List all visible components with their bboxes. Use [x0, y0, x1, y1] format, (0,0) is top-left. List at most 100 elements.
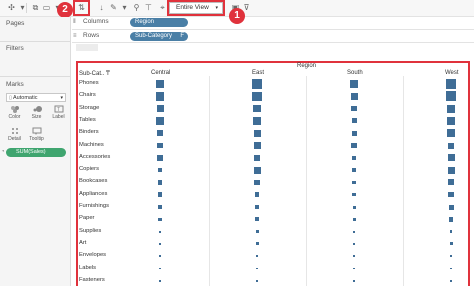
mark-phones-central[interactable] [155, 79, 165, 89]
mark-bookcases-west[interactable] [448, 179, 454, 186]
mark-copiers-south[interactable] [352, 168, 356, 172]
mark-fasteners-east[interactable] [256, 280, 258, 282]
mark-envelopes-east[interactable] [255, 254, 259, 258]
mark-supplies-west[interactable] [449, 230, 453, 233]
mark-envelopes-west[interactable] [449, 254, 453, 258]
mark-chairs-south[interactable] [350, 92, 358, 100]
mark-accessories-central[interactable] [157, 155, 163, 161]
mark-paper-east[interactable] [255, 217, 259, 222]
row-label-envelopes[interactable]: Envelopes [79, 252, 106, 258]
label-icon[interactable]: ⚲ [131, 3, 142, 13]
row-label-chairs[interactable]: Chairs [79, 92, 96, 98]
row-label-tables[interactable]: Tables [79, 117, 96, 123]
mark-fasteners-west[interactable] [450, 280, 452, 282]
row-label-storage[interactable]: Storage [79, 105, 99, 111]
undo-icon[interactable]: ⧉ [30, 3, 41, 13]
mark-labels-central[interactable] [159, 267, 161, 270]
mark-art-east[interactable] [255, 242, 259, 246]
redo-icon[interactable]: ▭ [41, 3, 52, 13]
mark-bookcases-east[interactable] [254, 179, 260, 186]
mark-furnishings-west[interactable] [448, 204, 454, 210]
row-label-supplies[interactable]: Supplies [79, 228, 101, 234]
mark-machines-south[interactable] [351, 142, 357, 149]
mark-type-dropdown[interactable]: ▯ Automatic ▾ [6, 93, 66, 102]
mark-supplies-east[interactable] [255, 230, 259, 234]
region-pill[interactable]: Region [130, 18, 188, 27]
mark-chairs-central[interactable] [155, 92, 165, 101]
mark-paper-west[interactable] [448, 217, 454, 222]
mark-paper-south[interactable] [352, 217, 356, 221]
mark-fasteners-south[interactable] [353, 280, 355, 282]
row-label-furnishings[interactable]: Furnishings [79, 203, 109, 209]
tableau-logo-icon[interactable]: ✣ [6, 3, 17, 13]
mark-furnishings-east[interactable] [254, 204, 260, 210]
mark-phones-east[interactable] [252, 79, 262, 89]
mark-accessories-west[interactable] [447, 154, 455, 162]
mark-appliances-south[interactable] [352, 192, 356, 197]
mark-copiers-central[interactable] [157, 167, 163, 173]
mark-tables-east[interactable] [253, 116, 261, 125]
size-card[interactable]: Size [27, 105, 46, 123]
row-label-labels[interactable]: Labels [79, 265, 96, 271]
fix-axes-icon[interactable]: ⊤ [143, 3, 154, 13]
sub-category-pill[interactable]: Sub-Category F [130, 32, 188, 41]
mark-copiers-west[interactable] [447, 166, 455, 174]
mark-phones-south[interactable] [350, 80, 358, 88]
mark-phones-west[interactable] [446, 79, 456, 89]
mark-tables-west[interactable] [446, 116, 456, 126]
mark-tables-south[interactable] [351, 118, 357, 124]
mark-labels-east[interactable] [256, 267, 258, 270]
column-header-central[interactable]: Central [151, 70, 170, 76]
mark-labels-south[interactable] [353, 267, 355, 270]
tooltip-card[interactable]: Tooltip [27, 127, 46, 145]
column-header-west[interactable]: West [445, 70, 459, 76]
label-card[interactable]: T Label [49, 105, 68, 123]
mark-supplies-south[interactable] [353, 230, 355, 233]
row-label-phones[interactable]: Phones [79, 80, 99, 86]
mark-tables-central[interactable] [156, 117, 164, 125]
mark-accessories-south[interactable] [351, 155, 357, 161]
mark-appliances-central[interactable] [157, 192, 163, 197]
mark-bookcases-central[interactable] [157, 180, 163, 185]
mark-machines-west[interactable] [448, 142, 454, 149]
row-label-binders[interactable]: Binders [79, 129, 99, 135]
row-label-appliances[interactable]: Appliances [79, 191, 107, 197]
sum-sales-pill[interactable]: SUM(Sales) [6, 148, 66, 157]
mark-copiers-east[interactable] [253, 166, 261, 174]
mark-appliances-west[interactable] [448, 191, 454, 198]
mark-machines-east[interactable] [253, 142, 261, 149]
mark-binders-central[interactable] [156, 129, 164, 137]
highlight-icon[interactable]: ✎ [108, 3, 119, 13]
mark-bookcases-south[interactable] [352, 180, 356, 185]
mark-furnishings-central[interactable] [158, 205, 162, 209]
column-header-east[interactable]: East [252, 70, 264, 76]
row-label-art[interactable]: Art [79, 240, 86, 246]
row-label-paper[interactable]: Paper [79, 215, 94, 221]
row-label-accessories[interactable]: Accessories [79, 154, 110, 160]
mark-chairs-west[interactable] [446, 91, 456, 102]
color-card[interactable]: Color [5, 105, 24, 123]
mark-art-central[interactable] [158, 242, 162, 246]
mark-accessories-east[interactable] [253, 154, 261, 162]
mark-envelopes-central[interactable] [159, 255, 161, 258]
subcategory-header[interactable]: Sub-Cat.. ₸ [79, 70, 110, 77]
mark-binders-south[interactable] [351, 130, 357, 136]
group-icon[interactable]: ▾ [119, 3, 130, 13]
mark-art-south[interactable] [353, 242, 355, 245]
mark-machines-central[interactable] [157, 142, 163, 149]
mark-chairs-east[interactable] [252, 91, 262, 102]
detail-card[interactable]: Detail [5, 127, 24, 145]
mark-labels-west[interactable] [450, 267, 452, 270]
mark-envelopes-south[interactable] [353, 255, 355, 257]
mark-art-west[interactable] [449, 242, 453, 246]
row-label-machines[interactable]: Machines [79, 142, 104, 148]
mark-storage-east[interactable] [253, 104, 261, 113]
row-label-bookcases[interactable]: Bookcases [79, 178, 107, 184]
mark-storage-south[interactable] [351, 105, 357, 112]
mark-fasteners-central[interactable] [159, 280, 161, 282]
mark-storage-west[interactable] [447, 104, 455, 113]
row-label-fasteners[interactable]: Fasteners [79, 277, 105, 283]
mark-paper-central[interactable] [158, 217, 162, 222]
mark-storage-central[interactable] [156, 105, 164, 113]
mark-binders-west[interactable] [447, 129, 455, 137]
